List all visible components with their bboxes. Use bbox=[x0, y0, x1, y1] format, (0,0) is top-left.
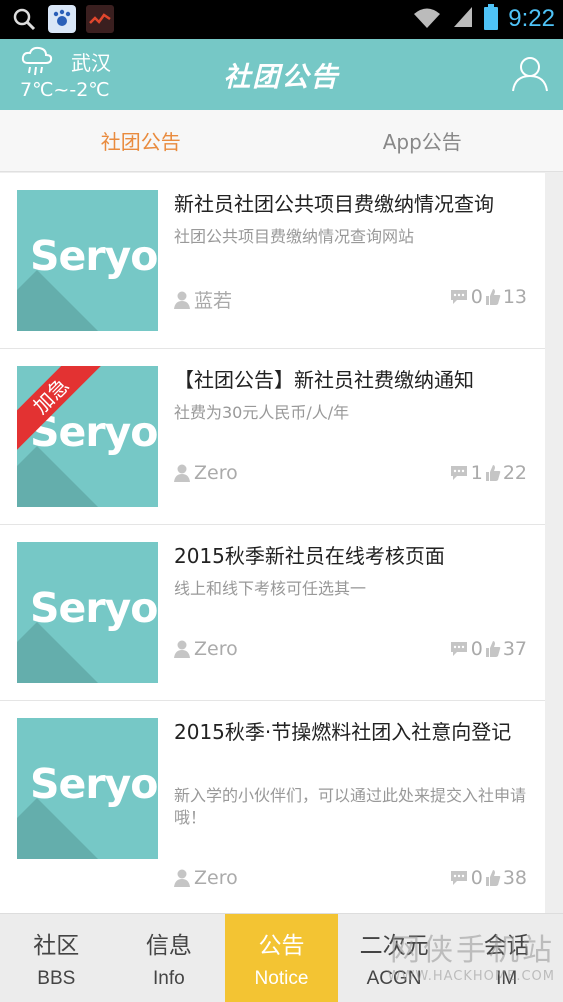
nav-im[interactable]: 会话 IM bbox=[450, 914, 563, 1002]
nav-acgn[interactable]: 二次元 ACGN bbox=[338, 914, 451, 1002]
tab-app-notice[interactable]: App公告 bbox=[282, 110, 563, 171]
list-item[interactable]: Seryo. 2015秋季·节操燃料社团入社意向登记 新入学的小伙伴们，可以通过… bbox=[0, 701, 545, 916]
post-thumbnail: Seryo. bbox=[17, 718, 158, 859]
search-icon bbox=[10, 5, 38, 33]
post-stats: 1 22 bbox=[449, 462, 527, 484]
comment-count: 0 bbox=[470, 638, 483, 660]
comment-count: 0 bbox=[470, 286, 483, 308]
list-item[interactable]: Seryo. 新社员社团公共项目费缴纳情况查询 社团公共项目费缴纳情况查询网站 … bbox=[0, 173, 545, 349]
tab-club-notice[interactable]: 社团公告 bbox=[0, 110, 282, 171]
post-thumbnail: Seryo. bbox=[17, 190, 158, 331]
list-item[interactable]: Seryo. 加急 【社团公告】新社员社费缴纳通知 社费为30元人民币/人/年 … bbox=[0, 349, 545, 525]
wifi-icon bbox=[412, 5, 442, 33]
post-description: 社费为30元人民币/人/年 bbox=[174, 403, 350, 422]
post-list: Seryo. 新社员社团公共项目费缴纳情况查询 社团公共项目费缴纳情况查询网站 … bbox=[0, 173, 545, 916]
thumbs-up-icon bbox=[485, 289, 501, 305]
post-title: 2015秋季·节操燃料社团入社意向登记 bbox=[174, 720, 512, 744]
clock: 9:22 bbox=[508, 5, 555, 32]
person-icon bbox=[174, 640, 190, 658]
post-description: 社团公共项目费缴纳情况查询网站 bbox=[174, 227, 415, 246]
app-header: 武汉 7℃~-2℃ 社团公告 bbox=[0, 39, 563, 110]
person-icon bbox=[174, 464, 190, 482]
comment-count: 0 bbox=[470, 867, 483, 889]
post-author: Zero bbox=[174, 462, 238, 484]
comment-icon bbox=[450, 290, 467, 304]
nav-bbs[interactable]: 社区 BBS bbox=[0, 914, 113, 1002]
like-count: 38 bbox=[502, 867, 527, 889]
person-icon bbox=[174, 869, 190, 887]
like-count: 37 bbox=[502, 638, 527, 660]
post-title: 新社员社团公共项目费缴纳情况查询 bbox=[174, 192, 494, 216]
like-count: 22 bbox=[502, 462, 527, 484]
post-title: 2015秋季新社员在线考核页面 bbox=[174, 544, 445, 568]
post-stats: 0 37 bbox=[449, 638, 527, 660]
page-title: 社团公告 bbox=[223, 62, 340, 93]
post-thumbnail: Seryo. bbox=[17, 542, 158, 683]
post-author: 蓝若 bbox=[174, 286, 232, 313]
thumbs-up-icon bbox=[485, 870, 501, 886]
comment-icon bbox=[450, 642, 467, 656]
post-stats: 0 13 bbox=[449, 286, 527, 308]
list-item[interactable]: Seryo. 2015秋季新社员在线考核页面 线上和线下考核可任选其一 Zero… bbox=[0, 525, 545, 701]
user-profile-icon[interactable] bbox=[511, 54, 549, 96]
bottom-nav: 社区 BBS 信息 Info 公告 Notice 二次元 ACGN 会话 IM bbox=[0, 913, 563, 1002]
post-thumbnail: Seryo. 加急 bbox=[17, 366, 158, 507]
post-author: Zero bbox=[174, 867, 238, 889]
post-stats: 0 38 bbox=[449, 867, 527, 889]
chart-app-icon bbox=[86, 5, 114, 33]
battery-icon bbox=[484, 4, 499, 34]
baidu-app-icon bbox=[48, 5, 76, 33]
comment-icon bbox=[450, 871, 467, 885]
post-description: 线上和线下考核可任选其一 bbox=[174, 579, 367, 598]
status-bar: 9:22 bbox=[0, 0, 563, 39]
thumbs-up-icon bbox=[485, 465, 501, 481]
thumbs-up-icon bbox=[485, 641, 501, 657]
comment-count: 1 bbox=[470, 462, 483, 484]
post-description: 新入学的小伙伴们，可以通过此处来提交入社申请哦！ bbox=[174, 786, 527, 827]
post-title: 【社团公告】新社员社费缴纳通知 bbox=[174, 368, 474, 392]
nav-info[interactable]: 信息 Info bbox=[113, 914, 226, 1002]
post-author: Zero bbox=[174, 638, 238, 660]
signal-icon bbox=[452, 5, 474, 33]
notice-tabs: 社团公告 App公告 bbox=[0, 110, 563, 172]
nav-notice[interactable]: 公告 Notice bbox=[225, 914, 338, 1002]
comment-icon bbox=[450, 466, 467, 480]
like-count: 13 bbox=[502, 286, 527, 308]
person-icon bbox=[174, 291, 190, 309]
